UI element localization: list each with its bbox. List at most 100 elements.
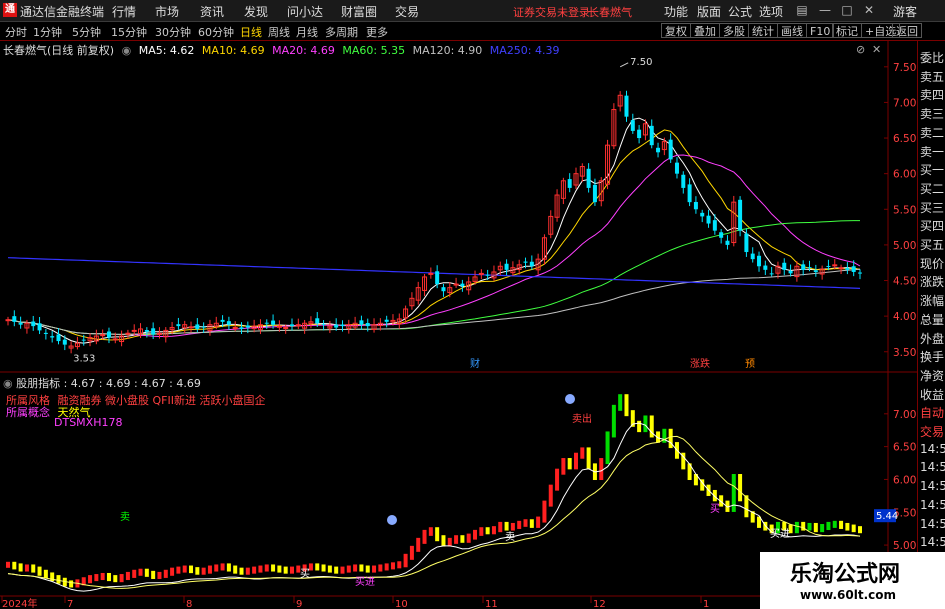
kline-chart[interactable]: 3.50 4.00 4.50 5.00 5.50 6.00 6.50 7.00 7.50 7.50… [0, 41, 917, 609]
candle-body [700, 212, 705, 217]
candle-body [232, 327, 238, 330]
guest-label[interactable]: 游客 [893, 3, 917, 20]
period-weekly[interactable]: 周线 [268, 24, 290, 40]
indicator-bar [384, 563, 389, 571]
sidebar-item: 14:56 [920, 479, 945, 494]
indicator-bar [176, 566, 181, 574]
menu-banmian[interactable]: 版面 [697, 3, 721, 20]
indicator-bar [523, 519, 528, 527]
indicator-bar [195, 567, 200, 575]
ma250-label: MA250: 4.39 [489, 44, 560, 57]
mark-button[interactable]: 标记 [832, 23, 862, 38]
menu-shichang[interactable]: 市场 [155, 3, 179, 20]
indicator-bar [390, 562, 395, 570]
candle-body [674, 162, 679, 174]
candle-body [5, 319, 11, 322]
period-5min[interactable]: 5分钟 [72, 24, 101, 40]
candle-body [359, 320, 364, 325]
sub-y-tick-label: 7.00 [893, 409, 916, 421]
sidebar-item: 卖一 [920, 144, 945, 159]
candle-body [239, 327, 244, 329]
candle-body [340, 324, 345, 327]
indicator-line [7, 435, 861, 589]
indicator-bar [233, 565, 238, 574]
candle-body [112, 338, 118, 341]
y-tick-label: 6.00 [893, 169, 916, 181]
period-60min[interactable]: 60分钟 [198, 24, 234, 40]
candle-body [738, 199, 743, 231]
menu-wenxiaoda[interactable]: 问小达 [287, 3, 323, 20]
signal-label: 买 [300, 568, 310, 580]
indicator-bar [378, 564, 383, 572]
indicator-bar [125, 571, 130, 581]
period-15min[interactable]: 15分钟 [111, 24, 147, 40]
indicator-bar [346, 565, 351, 573]
indicator-bar [485, 527, 490, 535]
login-warning[interactable]: 证券交易未登录 [513, 4, 590, 20]
chart-close-icon[interactable]: ✕ [872, 43, 881, 56]
indicator-bar [813, 522, 818, 533]
draw-line-button[interactable]: 画线 [777, 23, 807, 38]
skin-icon[interactable]: ▤ [795, 3, 809, 17]
indicator-legend: ◉ 股朋指标 : 4.67 : 4.69 : 4.67 : 4.69 [3, 375, 201, 391]
menu-xuanxiang[interactable]: 选项 [759, 3, 783, 20]
candle-body [725, 240, 730, 245]
indicator-bar [454, 535, 459, 544]
current-value-label: 5.44 [876, 511, 898, 522]
sidebar-item: 卖二 [920, 125, 945, 140]
f10-button[interactable]: F10 [806, 23, 835, 38]
indicator-bar [397, 561, 402, 569]
menu-gongneng[interactable]: 功能 [664, 3, 688, 20]
candle-body [195, 324, 200, 329]
ma120-label: MA120: 4.90 [412, 44, 483, 57]
indicator-bar [491, 526, 496, 535]
indicator-bar [605, 431, 610, 465]
menu-gongshi[interactable]: 公式 [728, 3, 752, 20]
candle-body [201, 326, 206, 328]
period-more[interactable]: 更多 [366, 24, 388, 40]
stats-button[interactable]: 统计 [748, 23, 778, 38]
app-title: 通达信金融终端 [20, 5, 105, 19]
overlay-button[interactable]: 叠加 [690, 23, 720, 38]
candle-body [750, 253, 755, 260]
menu-jiaoyi[interactable]: 交易 [395, 3, 419, 20]
indicator-bar [290, 566, 294, 574]
candle-body [56, 334, 61, 342]
sidebar-item: 换手 [920, 350, 945, 365]
period-monthly[interactable]: 月线 [296, 24, 318, 40]
sidebar-item: 外盘 [920, 331, 945, 346]
x-tick-label: 12 [593, 599, 606, 609]
fuquan-button[interactable]: 复权 [661, 23, 691, 38]
indicator-title: 股朋指标 [16, 377, 61, 390]
multi-stock-button[interactable]: 多股 [719, 23, 749, 38]
period-daily[interactable]: 日线 [240, 24, 262, 40]
sidebar-item: 买一 [920, 163, 945, 178]
period-fenshi[interactable]: 分时 [5, 24, 27, 40]
y-tick-label: 5.50 [893, 204, 916, 216]
indicator-bar [315, 563, 320, 571]
close-icon[interactable]: ✕ [862, 3, 876, 17]
pin-icon[interactable]: ⊘ [856, 43, 865, 56]
maximize-icon[interactable]: □ [840, 3, 854, 17]
info-icon[interactable]: ◉ [122, 44, 132, 57]
minimize-icon[interactable]: — [818, 3, 832, 17]
back-button[interactable]: 返回 [892, 23, 922, 38]
candle-body [12, 316, 17, 322]
candle-body [567, 179, 572, 188]
period-30min[interactable]: 30分钟 [155, 24, 191, 40]
menu-caifuquan[interactable]: 财富圈 [341, 3, 377, 20]
period-multi[interactable]: 多周期 [325, 24, 358, 40]
candle-body [151, 328, 156, 335]
menu-hangqing[interactable]: 行情 [112, 3, 136, 20]
candle-body [832, 264, 838, 267]
sidebar-item: 净资 [920, 368, 945, 383]
menu-faxian[interactable]: 发现 [244, 3, 268, 20]
indicator-info-icon[interactable]: ◉ [3, 377, 13, 390]
candle-body [851, 266, 856, 272]
candle-body [365, 323, 370, 327]
menu-zixun[interactable]: 资讯 [200, 3, 224, 20]
indicator-bar [510, 522, 515, 531]
candle-body [485, 274, 490, 276]
indicator-bar [43, 569, 48, 579]
period-1min[interactable]: 1分钟 [33, 24, 62, 40]
